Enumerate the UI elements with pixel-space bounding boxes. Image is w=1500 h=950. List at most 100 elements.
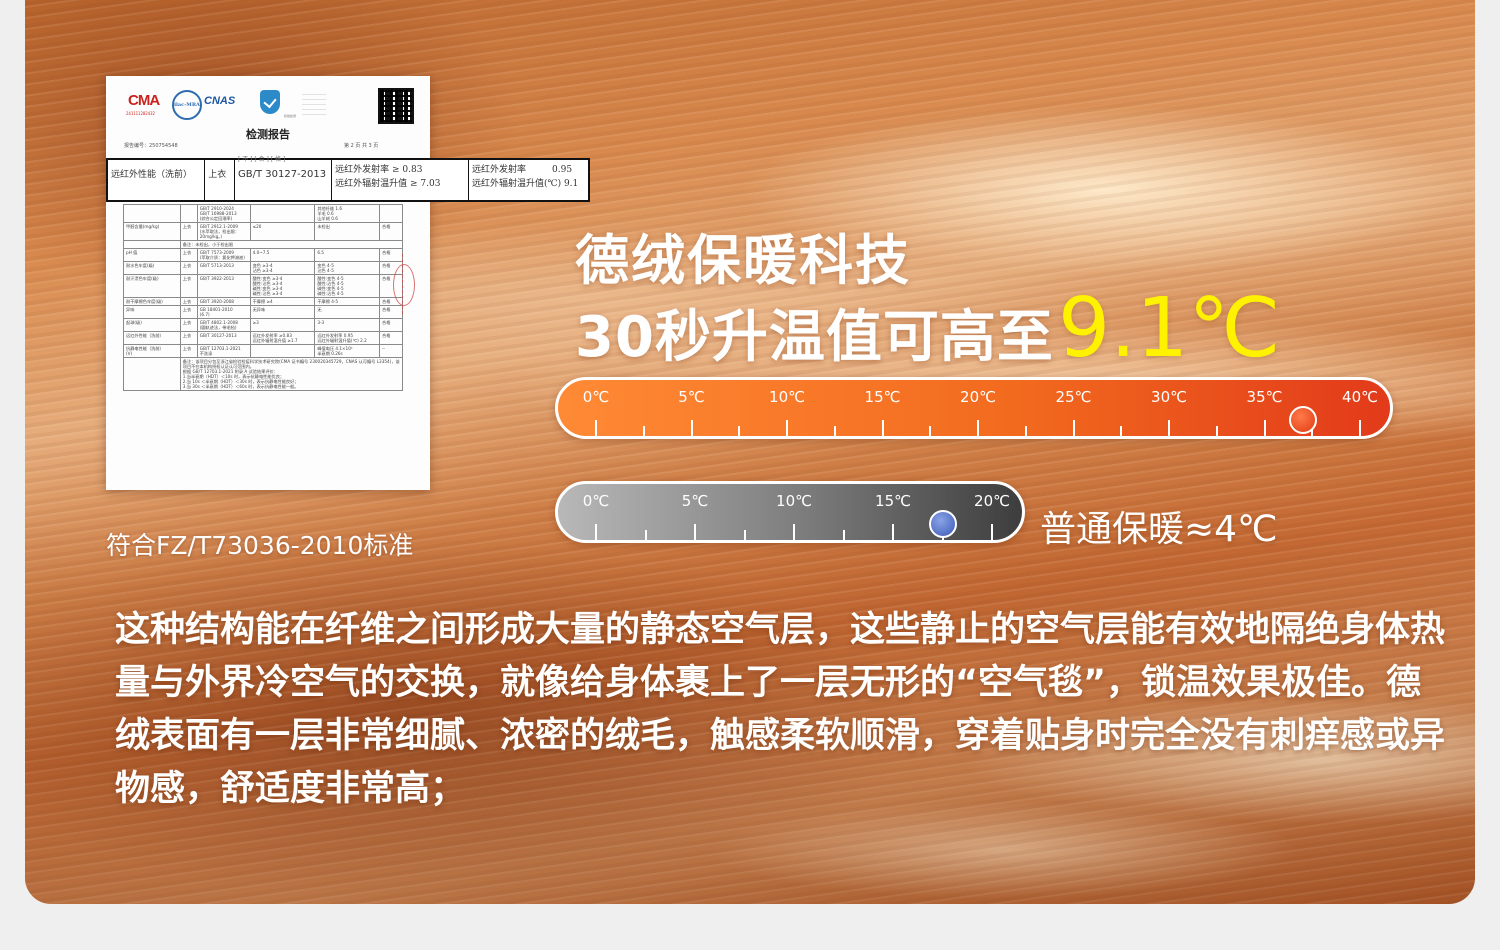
- report-table-cell: GB/T 30127-2013: [196, 331, 251, 345]
- highlight-res-temp-rise: 远红外辐射温升值(℃) 9.1: [472, 179, 579, 189]
- tick-label: 10℃: [769, 388, 805, 406]
- tick-mark: [929, 426, 932, 436]
- report-table-cell: GB/T 4802.1-2008 (圆轨迹法，带毛毡): [196, 318, 251, 332]
- report-table-cell: 合格: [379, 305, 403, 319]
- highlight-item: 远红外性能（洗前）: [108, 160, 206, 200]
- highlight-top-fragment: [ 不 ] [ 合 ] [ 格 ]: [238, 156, 286, 163]
- tick-label: 30℃: [1151, 388, 1187, 406]
- report-table-row: 耐干摩擦色牢度(级) 上衣 GB/T 3920-2008 干摩擦 ≥4 干摩擦 4-5 合…: [123, 297, 403, 306]
- highlight-part: 上衣: [205, 160, 235, 200]
- tick-mark: [1215, 426, 1218, 436]
- tick-label: 40℃: [1342, 388, 1378, 406]
- report-table-cell: GB/T 7573-2009 (萃取介质：氯化钾溶液): [196, 248, 251, 262]
- report-table-row: 备注：该项目分包至浙江省检验检疫科学技术研究院(CMA 证书编号 2300203…: [123, 357, 404, 391]
- report-table-cell: 甲醛含量(mg/kg): [123, 222, 181, 241]
- warm-thermometer-bar: 0℃ 5℃ 10℃ 15℃ 20℃ 25℃ 30℃ 35℃ 40℃: [555, 377, 1393, 439]
- report-table-cell: 未检出: [314, 222, 381, 241]
- report-table-cell: 上衣: [179, 222, 198, 241]
- tick-mark: [694, 524, 696, 540]
- normal-thermometer-bar: 0℃ 5℃ 10℃ 15℃ 20℃: [555, 481, 1025, 543]
- report-table-cell: 远红外发射率 ≥0.83 远红外辐射温升值 ≥1.7: [249, 331, 316, 345]
- highlight-res-emissivity-label: 远红外发射率: [472, 165, 527, 175]
- tick-mark: [743, 530, 746, 540]
- report-table-cell: 耐汗渍色牢度(级): [123, 274, 181, 298]
- report-header-fineprint: ________________ ________________ ________…: [302, 91, 326, 115]
- report-table-row: pH 值上衣 GB/T 7573-2009 (萃取介质：氯化钾溶液) 4.0~7.5…: [123, 248, 403, 262]
- report-table-cell: 上衣: [179, 318, 198, 332]
- report-table-cell: GB/T 3922-2013: [196, 274, 251, 298]
- report-table-cell: 上衣: [179, 305, 198, 319]
- tick-mark: [595, 420, 597, 436]
- report-table-cell: GB/T 3920-2008: [196, 297, 251, 306]
- report-table-cell: [249, 204, 316, 223]
- report-table-cell: 峰值电压 4.1×10² 半衰期 0.26s: [314, 344, 381, 358]
- report-table-cell: 耐干摩擦色牢度(级): [123, 297, 181, 306]
- report-table-cell: 变色 ≥3-4 沾色 ≥3-4: [249, 261, 316, 275]
- report-table-cell: 酸性:变色 ≥3-4 酸性:沾色 ≥3-4 碱性:变色 ≥3-4 碱性:沾色 ≥…: [249, 274, 316, 298]
- report-table-row: 异味 上衣 GB 18401-2010 (6.7) 无异味无合格: [123, 305, 403, 319]
- tick-mark: [690, 420, 693, 436]
- report-table-row: 起球(级) 上衣 GB/T 4802.1-2008 (圆轨迹法，带毛毡) ≥3 3-3 合…: [123, 318, 403, 332]
- qr-code-icon: [378, 88, 414, 124]
- report-table-cell: 合格: [379, 222, 403, 241]
- highlight-requirements: 远红外发射率 ≥ 0.83 远红外辐射温升值 ≥ 7.03: [332, 160, 469, 200]
- report-table-cell: GB/T 12703.1-2021 不洗涤: [196, 344, 251, 358]
- report-table-cell: 无异味: [249, 305, 316, 319]
- report-table-cell: GB/T 5713-2013: [196, 261, 251, 275]
- red-seal-stamp: [393, 254, 425, 314]
- report-table-cell: [123, 240, 181, 249]
- report-table-cell: GB/T 2910-2024 GB/T 16988-2013 (综合公定回潮率): [196, 204, 251, 223]
- tick-label: 20℃: [974, 492, 1010, 510]
- report-table-row: 甲醛含量(mg/kg) 上衣 GB/T 2912.1-2009 (水萃取法，检出限：…: [123, 222, 403, 241]
- report-table-cell: 变色 4-5 沾色 4-5: [314, 261, 381, 275]
- report-table-cell: 无: [314, 305, 381, 319]
- report-table-cell: ≥3: [249, 318, 316, 332]
- report-number: 报告编号：250754548: [124, 143, 178, 149]
- highlight-req-emissivity: 远红外发射率 ≥ 0.83: [335, 165, 423, 175]
- report-table-cell: 异味: [123, 305, 181, 319]
- report-table-cell: pH 值: [123, 248, 181, 262]
- tick-mark: [793, 524, 795, 540]
- tick-label: 5℃: [681, 492, 709, 510]
- report-table-cell: GB/T 2912.1-2009 (水萃取法，检出限： 20mg/kg。): [196, 222, 251, 241]
- report-table-cell: 远红外性能（洗前）: [123, 331, 181, 345]
- tick-mark: [1359, 420, 1361, 436]
- warm-temperature-marker: [1288, 406, 1317, 434]
- report-table-cell: 上衣: [179, 261, 198, 275]
- report-table-row: 远红外性能（洗前） 上衣 GB/T 30127-2013 远红外发射率 ≥0.83 远…: [123, 331, 403, 345]
- cnas-logo: CNAS: [204, 95, 236, 107]
- tick-mark: [881, 420, 884, 436]
- report-table-cell: 3-3: [314, 318, 381, 332]
- report-header: CMA 241111282432 ilac-MRA CNAS 检验检测 ____…: [124, 88, 414, 126]
- tick-label: 5℃: [678, 388, 705, 406]
- report-table-row: 耐汗渍色牢度(级) 上衣 GB/T 3922-2013 酸性:变色 ≥3-4 酸性:沾…: [123, 274, 403, 298]
- report-table-cell: GB 18401-2010 (6.7): [196, 305, 251, 319]
- cool-temperature-marker: [928, 510, 957, 538]
- report-table-cell: 合格: [379, 331, 403, 345]
- cma-logo: CMA: [128, 92, 160, 109]
- tick-mark: [642, 426, 645, 436]
- inspection-shield-icon: [260, 90, 280, 114]
- tick-mark: [786, 420, 788, 436]
- report-table-cell: 6.5: [314, 248, 381, 262]
- report-table-cell: ≤20: [249, 222, 316, 241]
- report-table-cell: 上衣: [179, 248, 198, 262]
- tick-label: 0℃: [582, 388, 610, 406]
- report-table-row: 耐水色牢度(级) 上衣 GB/T 5713-2013 变色 ≥3-4 沾色 ≥3-4 变…: [123, 261, 403, 275]
- headline-line2: 30秒升温值可高至9.1℃: [575, 288, 1280, 373]
- report-title: 检测报告: [246, 128, 290, 141]
- report-table-cell: [123, 204, 181, 223]
- report-table-row: 备注：未检出，小于检出限: [123, 240, 404, 249]
- test-report-document: CMA 241111282432 ilac-MRA CNAS 检验检测 ____…: [106, 76, 430, 490]
- report-table-cell: [179, 204, 198, 223]
- report-table-cell: 上衣: [179, 297, 198, 306]
- report-table-cell: --: [379, 344, 403, 358]
- report-table-cell: 4.0~7.5: [249, 248, 316, 262]
- tick-label: 0℃: [582, 492, 610, 510]
- report-table-note: 备注：未检出，小于检出限: [179, 240, 404, 249]
- tick-label: 15℃: [875, 492, 911, 510]
- highlight-req-temp-rise: 远红外辐射温升值 ≥ 7.03: [335, 179, 441, 189]
- report-table-cell: 抗静电性能（洗前） (V): [123, 344, 181, 358]
- report-table-cell: [123, 357, 181, 391]
- report-table-cell: 干摩擦 ≥4: [249, 297, 316, 306]
